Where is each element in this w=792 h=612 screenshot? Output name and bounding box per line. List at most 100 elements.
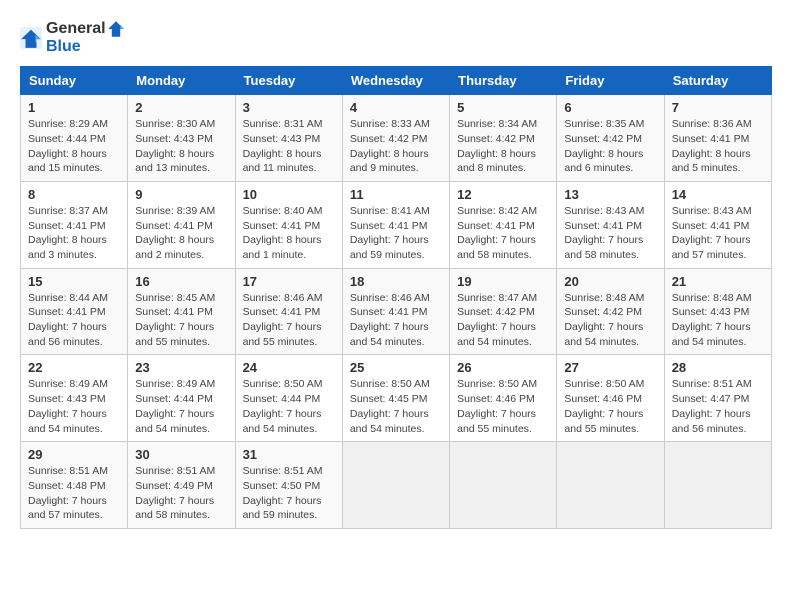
day-detail: Sunrise: 8:51 AMSunset: 4:48 PMDaylight:… <box>28 464 120 523</box>
day-number: 12 <box>457 187 549 202</box>
calendar-cell: 9 Sunrise: 8:39 AMSunset: 4:41 PMDaylight… <box>128 181 235 268</box>
day-detail: Sunrise: 8:47 AMSunset: 4:42 PMDaylight:… <box>457 291 549 350</box>
calendar-cell: 30Sunrise: 8:51 AMSunset: 4:49 PMDayligh… <box>128 442 235 529</box>
day-detail: Sunrise: 8:40 AMSunset: 4:41 PMDaylight:… <box>243 204 335 263</box>
calendar-cell: 18 Sunrise: 8:46 AMSunset: 4:41 PMDayligh… <box>342 268 449 355</box>
calendar-cell: 5 Sunrise: 8:34 AMSunset: 4:42 PMDaylight… <box>450 95 557 182</box>
logo: GeneralBlue <box>20 20 126 56</box>
day-detail: Sunrise: 8:37 AMSunset: 4:41 PMDaylight:… <box>28 204 120 263</box>
calendar-cell: 19Sunrise: 8:47 AMSunset: 4:42 PMDayligh… <box>450 268 557 355</box>
day-detail: Sunrise: 8:31 AMSunset: 4:43 PMDaylight:… <box>243 117 335 176</box>
day-number: 5 <box>457 100 549 115</box>
day-number: 9 <box>135 187 227 202</box>
day-detail: Sunrise: 8:30 AMSunset: 4:43 PMDaylight:… <box>135 117 227 176</box>
calendar-cell: 23Sunrise: 8:49 AMSunset: 4:44 PMDayligh… <box>128 355 235 442</box>
day-number: 17 <box>243 274 335 289</box>
calendar-cell: 29 Sunrise: 8:51 AMSunset: 4:48 PMDayligh… <box>21 442 128 529</box>
day-number: 3 <box>243 100 335 115</box>
calendar-cell: 14 Sunrise: 8:43 AMSunset: 4:41 PMDayligh… <box>664 181 771 268</box>
day-number: 2 <box>135 100 227 115</box>
calendar-cell: 3 Sunrise: 8:31 AMSunset: 4:43 PMDaylight… <box>235 95 342 182</box>
day-number: 30 <box>135 447 227 462</box>
calendar-cell: 7Sunrise: 8:36 AMSunset: 4:41 PMDaylight… <box>664 95 771 182</box>
calendar-cell: 28 Sunrise: 8:51 AMSunset: 4:47 PMDayligh… <box>664 355 771 442</box>
calendar-week-1: 1 Sunrise: 8:29 AMSunset: 4:44 PMDaylight… <box>21 95 772 182</box>
day-detail: Sunrise: 8:50 AMSunset: 4:44 PMDaylight:… <box>243 377 335 436</box>
day-detail: Sunrise: 8:46 AMSunset: 4:41 PMDaylight:… <box>350 291 442 350</box>
calendar-cell: 24 Sunrise: 8:50 AMSunset: 4:44 PMDayligh… <box>235 355 342 442</box>
day-number: 1 <box>28 100 120 115</box>
calendar-cell: 12 Sunrise: 8:42 AMSunset: 4:41 PMDayligh… <box>450 181 557 268</box>
calendar-week-2: 8 Sunrise: 8:37 AMSunset: 4:41 PMDaylight… <box>21 181 772 268</box>
day-number: 8 <box>28 187 120 202</box>
calendar-cell: 8 Sunrise: 8:37 AMSunset: 4:41 PMDaylight… <box>21 181 128 268</box>
calendar-cell: 11 Sunrise: 8:41 AMSunset: 4:41 PMDayligh… <box>342 181 449 268</box>
day-number: 16 <box>135 274 227 289</box>
day-detail: Sunrise: 8:39 AMSunset: 4:41 PMDaylight:… <box>135 204 227 263</box>
weekday-header-wednesday: Wednesday <box>342 67 449 95</box>
day-number: 28 <box>672 360 764 375</box>
calendar-cell: 4 Sunrise: 8:33 AMSunset: 4:42 PMDaylight… <box>342 95 449 182</box>
calendar-cell: 1 Sunrise: 8:29 AMSunset: 4:44 PMDaylight… <box>21 95 128 182</box>
day-detail: Sunrise: 8:42 AMSunset: 4:41 PMDaylight:… <box>457 204 549 263</box>
day-detail: Sunrise: 8:50 AMSunset: 4:46 PMDaylight:… <box>457 377 549 436</box>
day-number: 26 <box>457 360 549 375</box>
day-detail: Sunrise: 8:33 AMSunset: 4:42 PMDaylight:… <box>350 117 442 176</box>
day-number: 25 <box>350 360 442 375</box>
weekday-header-monday: Monday <box>128 67 235 95</box>
calendar-cell: 16Sunrise: 8:45 AMSunset: 4:41 PMDayligh… <box>128 268 235 355</box>
day-number: 7 <box>672 100 764 115</box>
day-number: 18 <box>350 274 442 289</box>
calendar-week-5: 29 Sunrise: 8:51 AMSunset: 4:48 PMDayligh… <box>21 442 772 529</box>
day-detail: Sunrise: 8:51 AMSunset: 4:47 PMDaylight:… <box>672 377 764 436</box>
weekday-header-friday: Friday <box>557 67 664 95</box>
calendar-cell: 20 Sunrise: 8:48 AMSunset: 4:42 PMDayligh… <box>557 268 664 355</box>
calendar-cell: 6Sunrise: 8:35 AMSunset: 4:42 PMDaylight… <box>557 95 664 182</box>
day-detail: Sunrise: 8:43 AMSunset: 4:41 PMDaylight:… <box>672 204 764 263</box>
day-detail: Sunrise: 8:48 AMSunset: 4:42 PMDaylight:… <box>564 291 656 350</box>
day-number: 23 <box>135 360 227 375</box>
day-number: 11 <box>350 187 442 202</box>
logo-icon <box>20 27 42 49</box>
day-detail: Sunrise: 8:41 AMSunset: 4:41 PMDaylight:… <box>350 204 442 263</box>
day-detail: Sunrise: 8:34 AMSunset: 4:42 PMDaylight:… <box>457 117 549 176</box>
calendar-cell <box>450 442 557 529</box>
header: GeneralBlue <box>20 20 772 56</box>
calendar-cell: 2 Sunrise: 8:30 AMSunset: 4:43 PMDaylight… <box>128 95 235 182</box>
day-number: 20 <box>564 274 656 289</box>
calendar-cell: 31Sunrise: 8:51 AMSunset: 4:50 PMDayligh… <box>235 442 342 529</box>
day-number: 13 <box>564 187 656 202</box>
calendar-cell <box>557 442 664 529</box>
weekday-header-tuesday: Tuesday <box>235 67 342 95</box>
calendar-cell: 10 Sunrise: 8:40 AMSunset: 4:41 PMDayligh… <box>235 181 342 268</box>
calendar-cell: 26 Sunrise: 8:50 AMSunset: 4:46 PMDayligh… <box>450 355 557 442</box>
day-detail: Sunrise: 8:44 AMSunset: 4:41 PMDaylight:… <box>28 291 120 350</box>
day-number: 24 <box>243 360 335 375</box>
day-number: 27 <box>564 360 656 375</box>
weekday-header-thursday: Thursday <box>450 67 557 95</box>
calendar-cell: 17 Sunrise: 8:46 AMSunset: 4:41 PMDayligh… <box>235 268 342 355</box>
day-detail: Sunrise: 8:49 AMSunset: 4:43 PMDaylight:… <box>28 377 120 436</box>
day-number: 31 <box>243 447 335 462</box>
weekday-header-sunday: Sunday <box>21 67 128 95</box>
day-detail: Sunrise: 8:46 AMSunset: 4:41 PMDaylight:… <box>243 291 335 350</box>
logo-text: GeneralBlue <box>46 20 126 56</box>
day-detail: Sunrise: 8:43 AMSunset: 4:41 PMDaylight:… <box>564 204 656 263</box>
calendar-table: SundayMondayTuesdayWednesdayThursdayFrid… <box>20 66 772 529</box>
calendar-cell: 13 Sunrise: 8:43 AMSunset: 4:41 PMDayligh… <box>557 181 664 268</box>
day-number: 29 <box>28 447 120 462</box>
day-number: 14 <box>672 187 764 202</box>
day-detail: Sunrise: 8:35 AMSunset: 4:42 PMDaylight:… <box>564 117 656 176</box>
day-number: 10 <box>243 187 335 202</box>
calendar-cell: 27 Sunrise: 8:50 AMSunset: 4:46 PMDayligh… <box>557 355 664 442</box>
day-detail: Sunrise: 8:50 AMSunset: 4:45 PMDaylight:… <box>350 377 442 436</box>
day-detail: Sunrise: 8:29 AMSunset: 4:44 PMDaylight:… <box>28 117 120 176</box>
day-detail: Sunrise: 8:50 AMSunset: 4:46 PMDaylight:… <box>564 377 656 436</box>
day-number: 4 <box>350 100 442 115</box>
day-detail: Sunrise: 8:48 AMSunset: 4:43 PMDaylight:… <box>672 291 764 350</box>
calendar-cell <box>664 442 771 529</box>
day-number: 22 <box>28 360 120 375</box>
calendar-cell: 25 Sunrise: 8:50 AMSunset: 4:45 PMDayligh… <box>342 355 449 442</box>
weekday-header-row: SundayMondayTuesdayWednesdayThursdayFrid… <box>21 67 772 95</box>
calendar-week-4: 22 Sunrise: 8:49 AMSunset: 4:43 PMDayligh… <box>21 355 772 442</box>
